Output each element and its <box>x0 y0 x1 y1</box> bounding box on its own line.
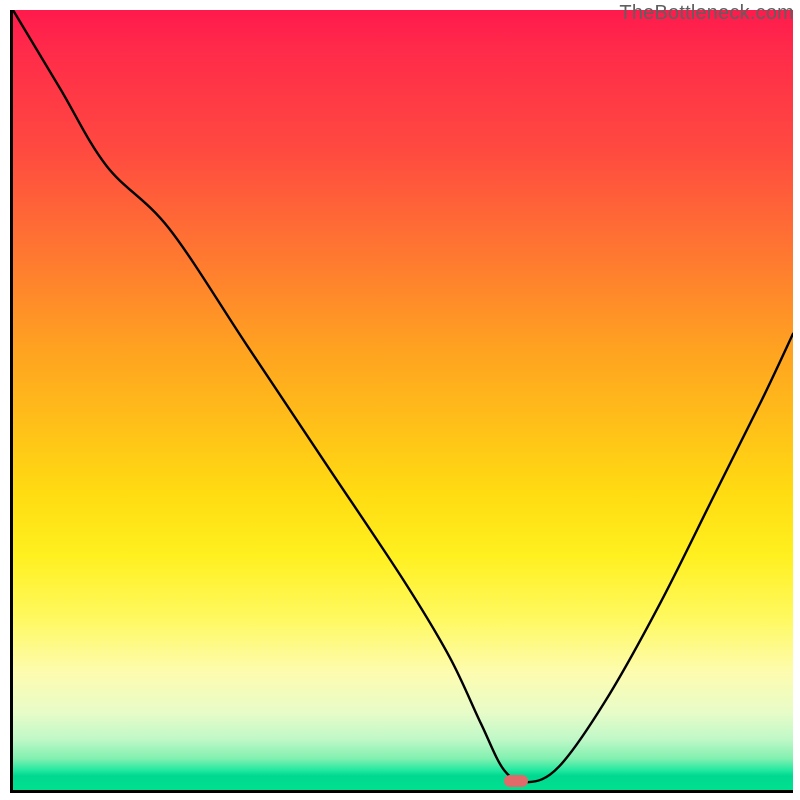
optimal-marker <box>504 775 528 787</box>
watermark-text: TheBottleneck.com <box>619 2 794 25</box>
chart-frame: TheBottleneck.com <box>0 0 800 800</box>
bottleneck-curve <box>13 10 793 790</box>
curve-path <box>13 10 793 782</box>
plot-area <box>10 10 793 793</box>
